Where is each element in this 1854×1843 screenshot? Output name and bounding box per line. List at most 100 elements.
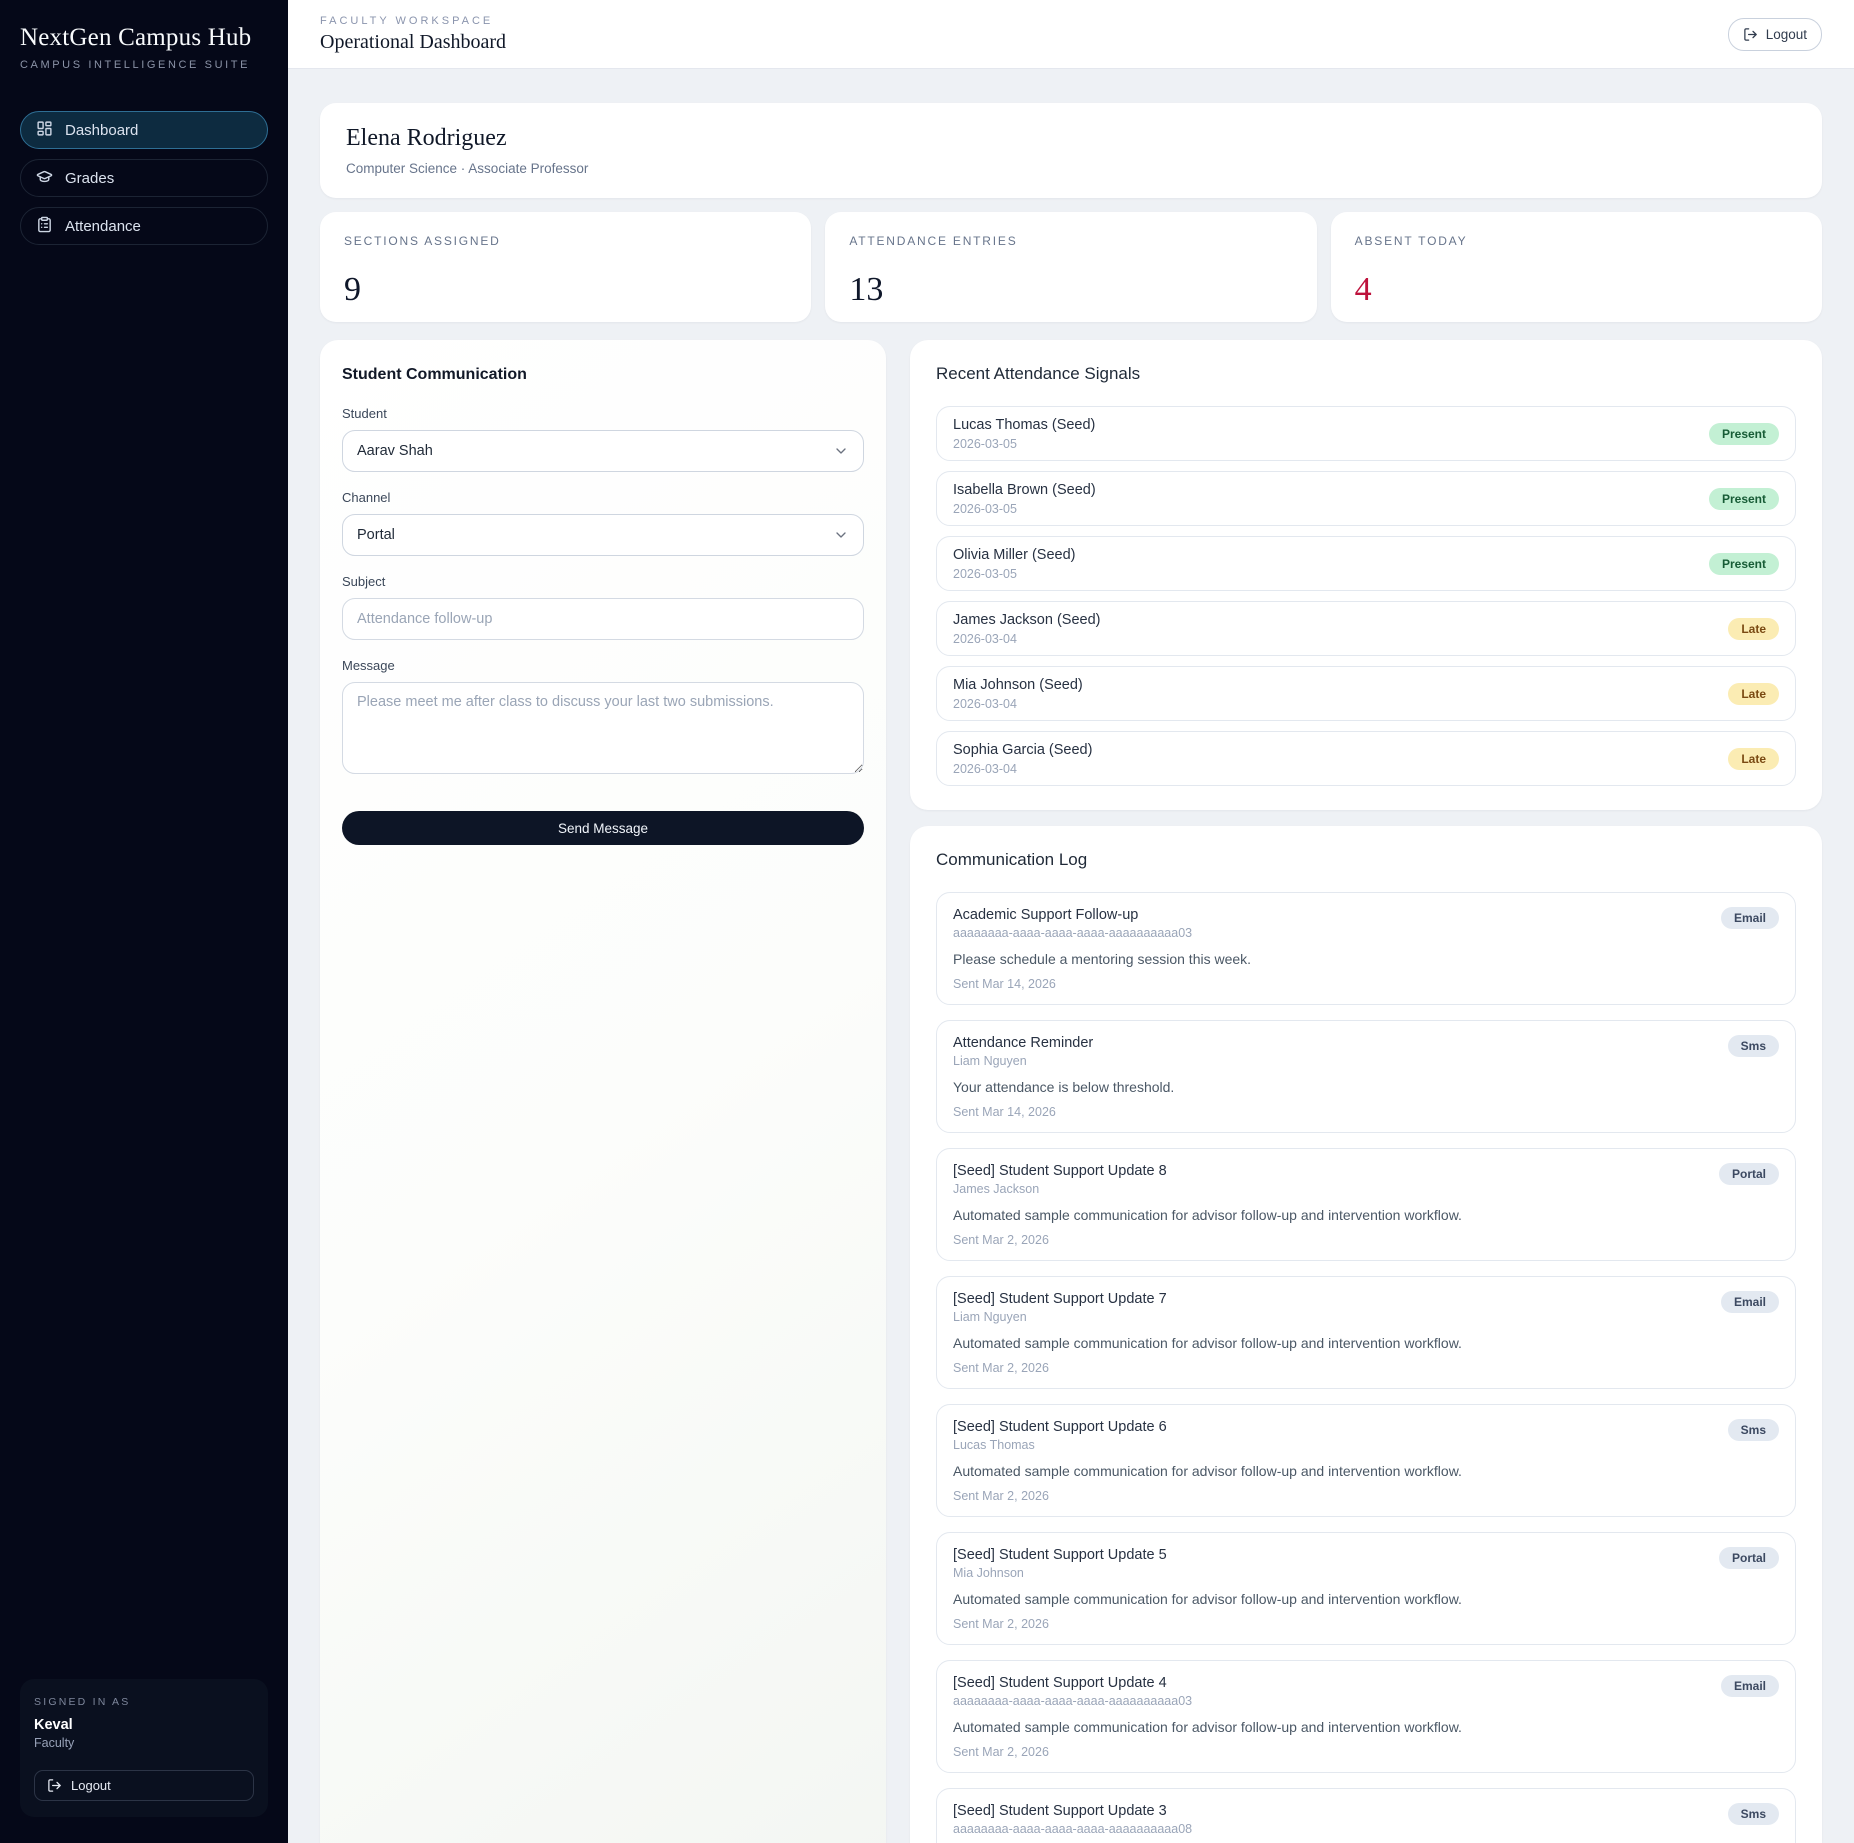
panel-title: Communication Log <box>936 850 1088 869</box>
attendance-date: 2026-03-04 <box>953 761 1017 776</box>
comm-entry-sender: Lucas Thomas <box>953 1438 1035 1452</box>
comm-entry-sender: Liam Nguyen <box>953 1054 1027 1068</box>
dashboard-icon <box>36 120 53 141</box>
top-bar-titles: FACULTY WORKSPACE Operational Dashboard <box>320 15 506 54</box>
signed-in-panel: SIGNED IN AS Keval Faculty Logout <box>20 1679 268 1817</box>
comm-entry-body: Automated sample communication for advis… <box>953 1335 1462 1351</box>
dashboard-content: Elena Rodriguez Computer Science · Assoc… <box>288 69 1854 1843</box>
student-select-value: Aarav Shah <box>357 443 433 459</box>
attendance-row: Lucas Thomas (Seed) 2026-03-05 Present <box>936 406 1796 461</box>
stat-card-attendance-entries: ATTENDANCE ENTRIES 13 <box>825 212 1317 322</box>
chevron-down-icon <box>833 443 849 459</box>
stat-value: 13 <box>849 271 884 308</box>
comm-entry-sent: Sent Mar 14, 2026 <box>953 977 1056 991</box>
status-badge: Present <box>1708 422 1779 445</box>
student-select[interactable]: Aarav Shah <box>342 430 864 472</box>
comm-entry-title: [Seed] Student Support Update 4 <box>953 1675 1167 1691</box>
stat-card-absent-today: ABSENT TODAY 4 <box>1330 212 1822 322</box>
message-textarea[interactable] <box>342 682 864 774</box>
attendance-date: 2026-03-05 <box>953 501 1017 516</box>
stat-label: ATTENDANCE ENTRIES <box>849 234 1018 248</box>
communication-log-entry: [Seed] Student Support Update 6 Lucas Th… <box>936 1404 1796 1517</box>
graduation-cap-icon <box>36 168 53 189</box>
channel-badge: Email <box>1720 907 1779 929</box>
attendance-date: 2026-03-04 <box>953 631 1017 646</box>
sidebar-logout-label: Logout <box>71 1778 111 1793</box>
comm-entry-title: [Seed] Student Support Update 5 <box>953 1547 1167 1563</box>
student-field-label: Student <box>342 406 387 421</box>
attendance-date: 2026-03-04 <box>953 696 1017 711</box>
channel-badge: Sms <box>1727 1035 1779 1057</box>
channel-badge: Email <box>1720 1675 1779 1697</box>
right-column: Recent Attendance Signals Lucas Thomas (… <box>910 340 1822 1843</box>
stat-label: SECTIONS ASSIGNED <box>344 234 501 248</box>
comm-entry-sender: James Jackson <box>953 1182 1040 1196</box>
logout-icon <box>47 1778 62 1793</box>
page-title: Operational Dashboard <box>320 30 507 53</box>
panel-title: Student Communication <box>342 366 527 383</box>
channel-select[interactable]: Portal <box>342 514 864 556</box>
status-badge: Late <box>1728 617 1779 640</box>
status-badge: Present <box>1708 552 1779 575</box>
comm-entry-title: [Seed] Student Support Update 8 <box>953 1163 1167 1179</box>
channel-badge: Sms <box>1727 1803 1779 1825</box>
comm-entry-sender: aaaaaaaa-aaaa-aaaa-aaaa-aaaaaaaaaa03 <box>953 926 1193 940</box>
communication-log-entry: [Seed] Student Support Update 4 aaaaaaaa… <box>936 1660 1796 1773</box>
communication-log-entry: [Seed] Student Support Update 3 aaaaaaaa… <box>936 1788 1796 1843</box>
attendance-row: Mia Johnson (Seed) 2026-03-04 Late <box>936 666 1796 721</box>
header-logout-button[interactable]: Logout <box>1727 17 1822 51</box>
comm-entry-title: [Seed] Student Support Update 3 <box>953 1803 1167 1819</box>
stat-label: ABSENT TODAY <box>1354 234 1468 248</box>
sidebar-item-dashboard[interactable]: Dashboard <box>20 111 268 149</box>
sidebar-logout-button[interactable]: Logout <box>34 1770 254 1801</box>
subject-field-label: Subject <box>342 574 386 589</box>
sidebar-item-attendance[interactable]: Attendance <box>20 207 268 245</box>
stat-value: 9 <box>344 271 361 308</box>
student-communication-panel: Student Communication Student Aarav Shah… <box>320 340 886 1843</box>
communication-log-entry: [Seed] Student Support Update 8 James Ja… <box>936 1148 1796 1261</box>
chevron-down-icon <box>833 527 849 543</box>
comm-entry-body: Automated sample communication for advis… <box>953 1207 1462 1223</box>
comm-entry-sent: Sent Mar 14, 2026 <box>953 1105 1056 1119</box>
sidebar-item-grades[interactable]: Grades <box>20 159 268 197</box>
communication-log-entry: Attendance Reminder Liam Nguyen Sms Your… <box>936 1020 1796 1133</box>
channel-field-label: Channel <box>342 490 391 505</box>
attendance-signal-list: Lucas Thomas (Seed) 2026-03-05 Present I… <box>936 406 1796 786</box>
attendance-student-name: Sophia Garcia (Seed) <box>953 741 1093 758</box>
comm-entry-sender: aaaaaaaa-aaaa-aaaa-aaaa-aaaaaaaaaa08 <box>953 1822 1193 1836</box>
attendance-row: Isabella Brown (Seed) 2026-03-05 Present <box>936 471 1796 526</box>
sidebar: NextGen Campus Hub CAMPUS INTELLIGENCE S… <box>0 0 288 1843</box>
recent-attendance-panel: Recent Attendance Signals Lucas Thomas (… <box>910 340 1822 810</box>
channel-badge: Email <box>1720 1291 1779 1313</box>
sidebar-item-label: Grades <box>65 169 115 187</box>
comm-entry-title: Attendance Reminder <box>953 1035 1094 1051</box>
send-message-button[interactable]: Send Message <box>342 811 864 845</box>
faculty-name: Elena Rodriguez <box>346 125 507 151</box>
comm-entry-body: Automated sample communication for advis… <box>953 1463 1462 1479</box>
communication-log-entry: [Seed] Student Support Update 5 Mia John… <box>936 1532 1796 1645</box>
brand-subtitle: CAMPUS INTELLIGENCE SUITE <box>20 59 251 71</box>
status-badge: Present <box>1708 487 1779 510</box>
clipboard-icon <box>36 216 53 237</box>
sidebar-nav: Dashboard Grades Attendance <box>20 111 268 255</box>
attendance-row: James Jackson (Seed) 2026-03-04 Late <box>936 601 1796 656</box>
subject-input[interactable] <box>342 598 864 640</box>
main-area: FACULTY WORKSPACE Operational Dashboard … <box>288 0 1854 1843</box>
message-field-label: Message <box>342 658 395 673</box>
communication-log-panel: Communication Log Academic Support Follo… <box>910 826 1822 1843</box>
logout-icon <box>1743 27 1758 42</box>
comm-entry-body: Your attendance is below threshold. <box>953 1079 1175 1095</box>
attendance-student-name: Olivia Miller (Seed) <box>953 546 1076 563</box>
workspace-eyebrow: FACULTY WORKSPACE <box>320 14 494 27</box>
attendance-student-name: Isabella Brown (Seed) <box>953 481 1096 498</box>
status-badge: Late <box>1728 682 1779 705</box>
comm-entry-sent: Sent Mar 2, 2026 <box>953 1617 1049 1631</box>
sidebar-item-label: Dashboard <box>65 121 139 139</box>
comm-entry-sent: Sent Mar 2, 2026 <box>953 1361 1049 1375</box>
attendance-date: 2026-03-05 <box>953 566 1017 581</box>
header-logout-label: Logout <box>1765 26 1807 42</box>
comm-entry-body: Automated sample communication for advis… <box>953 1719 1462 1735</box>
dashboard-columns: Student Communication Student Aarav Shah… <box>320 340 1822 1843</box>
comm-entry-sender: Liam Nguyen <box>953 1310 1027 1324</box>
attendance-row: Olivia Miller (Seed) 2026-03-05 Present <box>936 536 1796 591</box>
